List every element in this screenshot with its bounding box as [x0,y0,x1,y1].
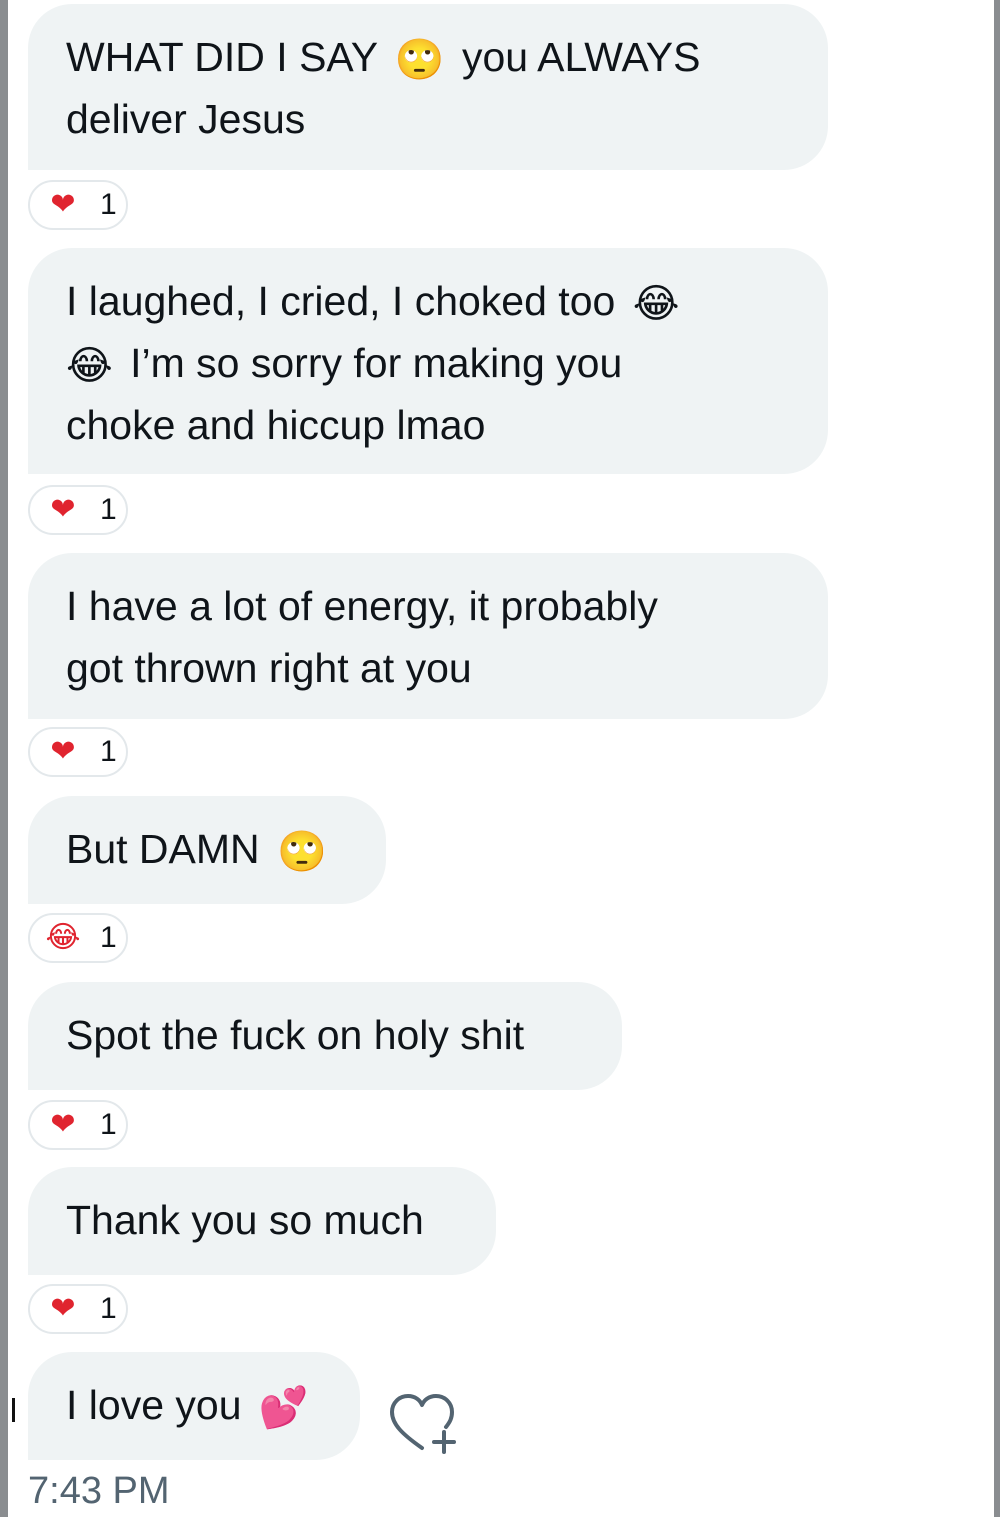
reaction-badge[interactable]: ❤ 1 [28,180,128,230]
tears-of-joy-reaction-icon: 😂 [45,921,81,954]
message-text-continued: choke and hiccup lmao [66,402,486,448]
reaction-count: 1 [100,188,117,221]
message-bubble[interactable]: Spot the fuck on holy shit [28,982,622,1090]
heart-plus-icon[interactable] [388,1392,460,1456]
reaction-badge[interactable]: 😂 1 [28,913,128,963]
reaction-count: 1 [100,1108,117,1141]
message-bubble[interactable]: I have a lot of energy, it probably got … [28,553,828,719]
message-bubble[interactable]: But DAMN 🙄 [28,796,386,904]
message-bubble[interactable]: WHAT DID I SAY 🙄 you ALWAYS deliver Jesu… [28,4,828,170]
heart-reaction-icon: ❤ [50,188,76,221]
message-text: I’m so sorry for making you [118,340,623,386]
reaction-badge[interactable]: ❤ 1 [28,727,128,777]
reaction-count: 1 [100,921,117,954]
message-text: I laughed, I cried, I choked too [66,278,627,324]
reaction-badge[interactable]: ❤ 1 [28,485,128,535]
reaction-badge[interactable]: ❤ 1 [28,1100,128,1150]
message-bubble[interactable]: I love you 💕 [28,1352,360,1460]
tears-of-joy-emoji-icon: 😂 [66,344,113,389]
message-timestamp: 7:43 PM [28,1470,170,1512]
reaction-badge[interactable]: ❤ 1 [28,1284,128,1334]
window-frame-left [0,0,8,1517]
heart-reaction-icon: ❤ [50,1108,76,1141]
message-text: I have a lot of energy, it probably [66,583,658,629]
message-text: Spot the fuck on holy shit [66,1012,525,1058]
text-cursor [12,1398,15,1422]
heart-reaction-icon: ❤ [50,735,76,768]
eye-roll-emoji-icon: 🙄 [394,38,445,83]
eye-roll-emoji-icon: 🙄 [277,830,327,875]
reaction-count: 1 [100,1292,117,1325]
message-text: I love you [66,1382,253,1428]
message-bubble[interactable]: Thank you so much [28,1167,496,1275]
message-text-continued: got thrown right at you [66,645,472,691]
heart-reaction-icon: ❤ [50,1292,76,1325]
message-text: WHAT DID I SAY [66,34,389,80]
message-text: you ALWAYS [450,34,701,80]
tears-of-joy-emoji-icon: 😂 [632,282,680,327]
heart-reaction-icon: ❤ [50,493,76,526]
message-text-continued: deliver Jesus [66,96,306,142]
message-text: But DAMN [66,826,272,872]
window-frame-right [994,0,1000,1517]
two-hearts-emoji-icon: 💕 [258,1386,309,1431]
message-bubble[interactable]: I laughed, I cried, I choked too 😂 😂 I’m… [28,248,828,474]
reaction-count: 1 [100,493,117,526]
reaction-count: 1 [100,735,117,768]
message-text: Thank you so much [66,1197,424,1243]
